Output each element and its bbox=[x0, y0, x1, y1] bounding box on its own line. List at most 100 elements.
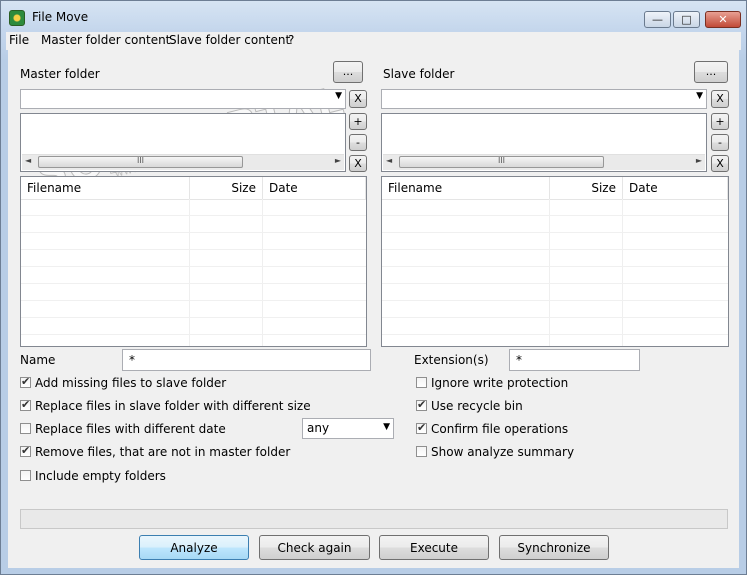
table-row[interactable] bbox=[382, 267, 728, 284]
check-icon: ✔ bbox=[21, 444, 31, 457]
name-label: Name bbox=[20, 353, 56, 367]
master-file-grid[interactable]: Filename Size Date bbox=[20, 176, 367, 347]
master-minus-button[interactable]: - bbox=[349, 134, 367, 151]
menu-file[interactable]: File bbox=[9, 33, 29, 47]
checkbox[interactable]: ✔ bbox=[416, 421, 427, 434]
checkbox[interactable]: ✔ bbox=[20, 375, 31, 388]
master-col-filename[interactable]: Filename bbox=[21, 177, 190, 199]
slave-browse-button[interactable]: ... bbox=[694, 61, 728, 83]
checkbox[interactable]: ✔ bbox=[20, 444, 31, 457]
slave-file-grid[interactable]: Filename Size Date bbox=[381, 176, 729, 347]
check-again-button[interactable]: Check again bbox=[259, 535, 370, 560]
scroll-grip-icon: III bbox=[497, 156, 506, 165]
master-add-button[interactable]: + bbox=[349, 113, 367, 130]
master-col-size[interactable]: Size bbox=[190, 177, 263, 199]
file-move-window: File Move — □ ✕ File Master folder conte… bbox=[0, 0, 747, 575]
status-bar bbox=[20, 509, 728, 529]
table-row[interactable] bbox=[21, 233, 366, 250]
option-replace-size[interactable]: ✔ Replace files in slave folder with diff… bbox=[20, 398, 311, 413]
minimize-icon: — bbox=[652, 13, 663, 26]
scroll-right-icon[interactable]: ► bbox=[696, 156, 702, 165]
synchronize-button[interactable]: Synchronize bbox=[499, 535, 609, 560]
scroll-left-icon[interactable]: ◄ bbox=[386, 156, 392, 165]
check-icon: ✔ bbox=[417, 421, 427, 434]
date-compare-select[interactable]: any ▼ bbox=[302, 418, 394, 439]
name-filter-input[interactable]: * bbox=[122, 349, 371, 371]
slave-folder-combo[interactable]: ▼ bbox=[381, 89, 707, 109]
analyze-button[interactable]: Analyze bbox=[139, 535, 249, 560]
scroll-thumb[interactable]: III bbox=[38, 156, 243, 168]
table-row[interactable] bbox=[21, 250, 366, 267]
slave-list-hscrollbar[interactable]: ◄ III ► bbox=[383, 154, 705, 170]
check-icon: ✔ bbox=[21, 398, 31, 411]
table-row[interactable] bbox=[21, 301, 366, 318]
option-replace-date[interactable]: Replace files with different date bbox=[20, 422, 226, 436]
slave-folder-label: Slave folder bbox=[383, 67, 455, 81]
window-title: File Move bbox=[32, 10, 89, 24]
master-folder-combo[interactable]: ▼ bbox=[20, 89, 346, 109]
slave-minus-button[interactable]: - bbox=[711, 134, 729, 151]
master-list-hscrollbar[interactable]: ◄ III ► bbox=[22, 154, 344, 170]
check-icon: ✔ bbox=[417, 398, 427, 411]
master-browse-button[interactable]: ... bbox=[333, 61, 363, 83]
table-row[interactable] bbox=[382, 199, 728, 216]
master-remove-button[interactable]: X bbox=[349, 155, 367, 172]
menu-help[interactable]: ? bbox=[288, 33, 294, 47]
slave-remove-button[interactable]: X bbox=[711, 155, 729, 172]
option-include-empty-folders[interactable]: Include empty folders bbox=[20, 469, 166, 483]
slave-col-size[interactable]: Size bbox=[550, 177, 623, 199]
scroll-thumb[interactable]: III bbox=[399, 156, 604, 168]
master-clear-button[interactable]: X bbox=[349, 90, 367, 108]
menu-master-folder-content[interactable]: Master folder content bbox=[41, 33, 170, 47]
slave-grid-header: Filename Size Date bbox=[382, 177, 728, 200]
table-row[interactable] bbox=[21, 284, 366, 301]
table-row[interactable] bbox=[382, 318, 728, 335]
table-row[interactable] bbox=[21, 216, 366, 233]
chevron-down-icon: ▼ bbox=[383, 422, 390, 432]
checkbox[interactable] bbox=[20, 423, 31, 434]
scroll-left-icon[interactable]: ◄ bbox=[25, 156, 31, 165]
menu-slave-folder-content[interactable]: Slave folder content bbox=[169, 33, 290, 47]
option-add-missing[interactable]: ✔ Add missing files to slave folder bbox=[20, 375, 226, 390]
checkbox[interactable] bbox=[416, 377, 427, 388]
title-bar[interactable]: File Move — □ ✕ bbox=[1, 1, 746, 31]
slave-col-filename[interactable]: Filename bbox=[382, 177, 550, 199]
option-remove-not-in-master[interactable]: ✔ Remove files, that are not in master fo… bbox=[20, 444, 290, 459]
table-row[interactable] bbox=[382, 284, 728, 301]
option-confirm-file-operations[interactable]: ✔ Confirm file operations bbox=[416, 421, 568, 436]
table-row[interactable] bbox=[382, 233, 728, 250]
menu-bar: File Master folder content Slave folder … bbox=[6, 32, 741, 50]
master-grid-header: Filename Size Date bbox=[21, 177, 366, 200]
maximize-icon: □ bbox=[681, 13, 692, 26]
table-row[interactable] bbox=[21, 318, 366, 335]
option-show-analyze-summary[interactable]: Show analyze summary bbox=[416, 445, 574, 459]
table-row[interactable] bbox=[382, 250, 728, 267]
client-area: SOFTPORTAL www.softportal.com Master fol… bbox=[8, 50, 739, 568]
checkbox[interactable] bbox=[416, 446, 427, 457]
checkbox[interactable]: ✔ bbox=[20, 398, 31, 411]
close-button[interactable]: ✕ bbox=[705, 11, 741, 28]
execute-button[interactable]: Execute bbox=[379, 535, 489, 560]
app-icon bbox=[9, 10, 25, 26]
table-row[interactable] bbox=[21, 199, 366, 216]
slave-clear-button[interactable]: X bbox=[711, 90, 729, 108]
scroll-right-icon[interactable]: ► bbox=[335, 156, 341, 165]
slave-add-button[interactable]: + bbox=[711, 113, 729, 130]
extensions-filter-input[interactable]: * bbox=[509, 349, 640, 371]
slave-col-date[interactable]: Date bbox=[623, 177, 728, 199]
option-ignore-write-protection[interactable]: Ignore write protection bbox=[416, 376, 568, 390]
date-compare-value: any bbox=[307, 421, 330, 435]
master-col-date[interactable]: Date bbox=[263, 177, 366, 199]
table-row[interactable] bbox=[382, 216, 728, 233]
slave-folder-list[interactable]: ◄ III ► bbox=[381, 113, 707, 172]
maximize-button[interactable]: □ bbox=[673, 11, 700, 28]
table-row[interactable] bbox=[382, 301, 728, 318]
master-folder-list[interactable]: ◄ III ► bbox=[20, 113, 346, 172]
checkbox[interactable] bbox=[20, 470, 31, 481]
checkbox[interactable]: ✔ bbox=[416, 398, 427, 411]
extensions-label: Extension(s) bbox=[414, 353, 489, 367]
table-row[interactable] bbox=[21, 267, 366, 284]
minimize-button[interactable]: — bbox=[644, 11, 671, 28]
option-use-recycle-bin[interactable]: ✔ Use recycle bin bbox=[416, 398, 523, 413]
close-icon: ✕ bbox=[718, 13, 728, 26]
